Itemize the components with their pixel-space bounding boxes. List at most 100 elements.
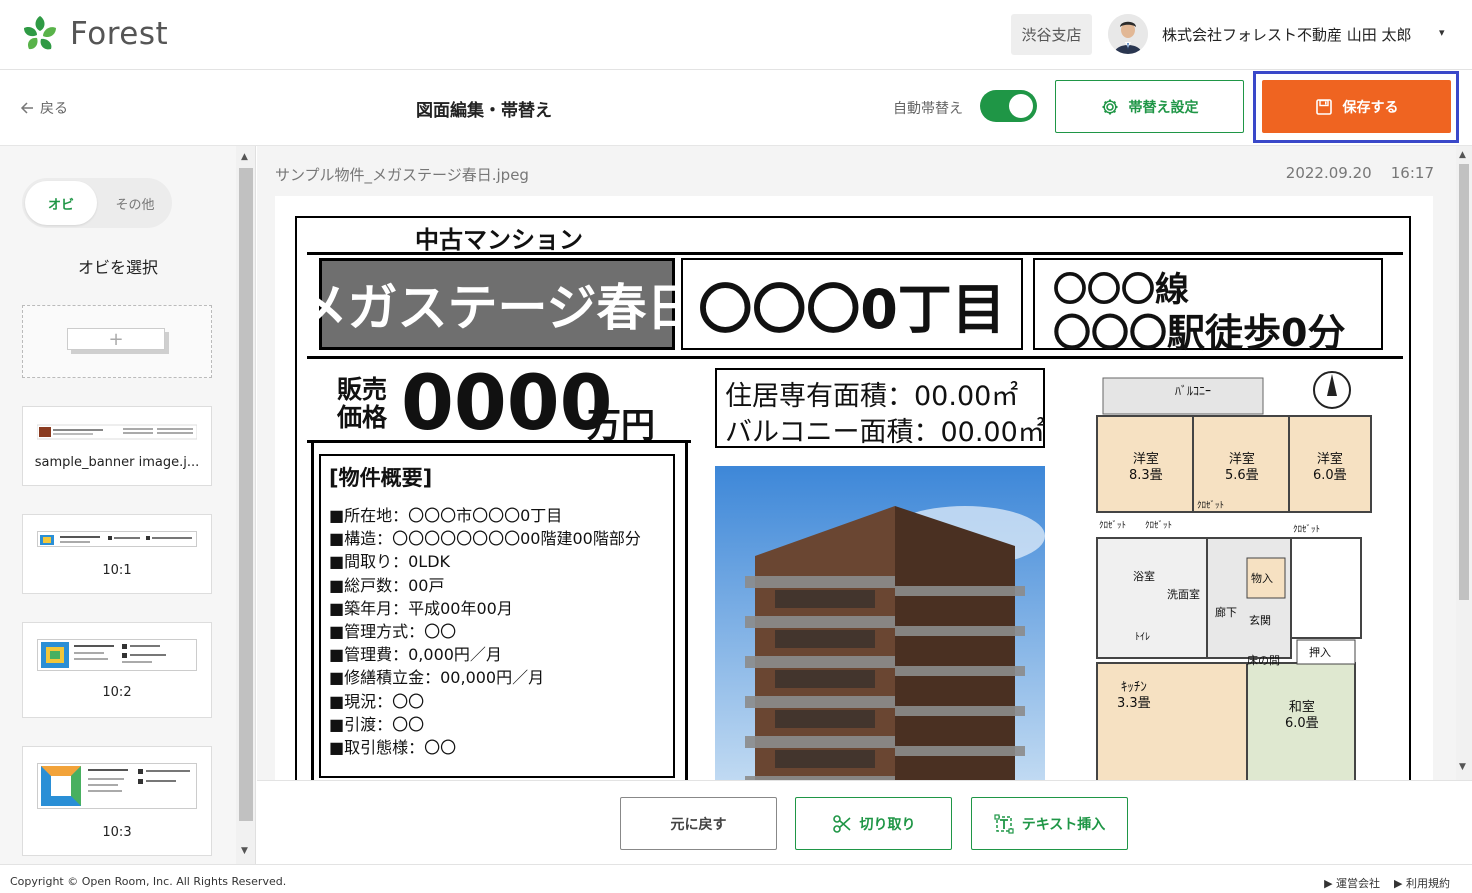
branch-badge[interactable]: 渋谷支店 bbox=[1011, 14, 1092, 55]
band-thumbnail bbox=[37, 639, 197, 671]
editor-toolbar: 戻る 図面編集・帯替え 自動帯替え 帯替え設定 保存する bbox=[0, 70, 1472, 146]
footer-link-company[interactable]: ▶ 運営会社 bbox=[1324, 875, 1380, 891]
sidebar-tab-switch: オビ その他 bbox=[22, 178, 172, 228]
sidebar-title: オビを選択 bbox=[77, 258, 158, 277]
tab-other[interactable]: その他 bbox=[100, 181, 170, 225]
arrow-left-icon bbox=[20, 102, 33, 114]
flyer-overview-item: ■所在地：〇〇〇市〇〇〇0丁目 bbox=[329, 506, 563, 525]
add-band-tile[interactable]: + bbox=[22, 305, 212, 378]
fp-label: 洗面室 bbox=[1167, 588, 1200, 601]
back-label: 戻る bbox=[40, 101, 68, 117]
avatar[interactable] bbox=[1108, 14, 1148, 54]
insert-text-label: テキスト挿入 bbox=[1021, 816, 1106, 833]
flyer-area-balcony: バルコニー面積：00.00㎡ bbox=[725, 417, 1045, 448]
band-item-sample[interactable]: sample_banner image.j... bbox=[22, 406, 212, 486]
footer-link-terms[interactable]: ▶ 利用規約 bbox=[1394, 875, 1450, 891]
undo-button[interactable]: 元に戻す bbox=[620, 797, 777, 850]
copyright: Copyright © Open Room, Inc. All Rights R… bbox=[10, 875, 287, 888]
fp-label: ｸﾛｾﾞｯﾄ bbox=[1197, 501, 1225, 511]
flyer-overview-item: ■取引態様：〇〇 bbox=[329, 738, 457, 757]
flyer-overview-item: ■間取り：0LDK bbox=[329, 552, 451, 572]
tab-obi[interactable]: オビ bbox=[25, 181, 97, 225]
sidebar-scroll-thumb[interactable] bbox=[239, 168, 253, 821]
auto-band-toggle[interactable] bbox=[980, 90, 1037, 122]
text-insert-icon bbox=[994, 813, 1014, 834]
building-photo bbox=[715, 466, 1045, 780]
insert-text-button[interactable]: テキスト挿入 bbox=[971, 797, 1128, 850]
fp-label: 浴室 bbox=[1133, 570, 1155, 583]
sidebar-scrollbar[interactable]: ▲ ▼ bbox=[236, 146, 256, 864]
band-settings-label: 帯替え設定 bbox=[1128, 99, 1199, 116]
user-name[interactable]: 株式会社フォレスト不動産 山田 太郎 bbox=[1162, 24, 1412, 45]
band-item-label: 10:2 bbox=[102, 685, 132, 700]
fp-room-5: ｷｯﾁﾝ 3.3畳 bbox=[1117, 680, 1151, 711]
footer-links: ▶ 運営会社 ▶ 利用規約 bbox=[1324, 875, 1450, 891]
band-sidebar: オビ その他 オビを選択 + sample_banner image.j... bbox=[0, 146, 236, 864]
band-thumbnail bbox=[37, 531, 197, 547]
scroll-down-icon[interactable]: ▼ bbox=[1459, 762, 1466, 772]
logo-text: Forest bbox=[70, 16, 169, 52]
band-item-10-1[interactable]: 10:1 bbox=[22, 514, 212, 594]
flyer-property-name: メガステージ春日 bbox=[297, 279, 697, 337]
page-title: 図面編集・帯替え bbox=[416, 101, 552, 121]
flyer-price: 0000 bbox=[401, 358, 613, 447]
flyer-address: 〇〇〇0丁目 bbox=[698, 277, 1006, 341]
band-item-10-3[interactable]: 10:3 bbox=[22, 746, 212, 856]
file-time: 16:17 bbox=[1390, 164, 1434, 182]
canvas-scroll-thumb[interactable] bbox=[1459, 164, 1469, 600]
flyer-area-box: 住居専有面積：00.00㎡ バルコニー面積：00.00㎡ bbox=[715, 368, 1045, 448]
flyer-overview-item: ■総戸数：00戸 bbox=[329, 575, 445, 595]
drawing-canvas[interactable]: 中古マンション メガステージ春日 〇〇〇0丁目 〇〇〇線 〇〇〇駅徒歩0分 販売… bbox=[275, 196, 1433, 780]
flyer-overview-item: ■現況：〇〇 bbox=[329, 691, 425, 711]
app-header: Forest 渋谷支店 株式会社フォレスト不動産 山田 太郎 ▾ bbox=[0, 0, 1472, 70]
flyer-overview-item: ■引渡：〇〇 bbox=[329, 714, 425, 734]
fp-label: ｸﾛｾﾞｯﾄ bbox=[1099, 521, 1127, 531]
flyer-rule bbox=[307, 252, 1403, 255]
flyer-price-label: 販売 価格 bbox=[337, 376, 387, 432]
flyer-overview-item: ■築年月：平成00年00月 bbox=[329, 598, 513, 618]
fp-label: ﾄｲﾚ bbox=[1135, 632, 1150, 643]
cut-button[interactable]: 切り取り bbox=[795, 797, 952, 850]
save-button[interactable]: 保存する bbox=[1262, 80, 1451, 133]
footer-link-company-label: 運営会社 bbox=[1336, 877, 1381, 890]
file-name: サンプル物件_メガステージ春日.jpeg bbox=[275, 166, 529, 184]
forest-logo[interactable]: Forest bbox=[20, 14, 168, 54]
user-menu-caret-icon[interactable]: ▾ bbox=[1439, 26, 1445, 39]
fp-room-2: 洋室 5.6畳 bbox=[1225, 452, 1259, 483]
flyer-rule bbox=[307, 440, 691, 443]
floor-plan: ﾊﾞﾙｺﾆｰ 洋室 8.3畳 洋室 5.6畳 洋室 6.0畳 和室 6.0畳 ｷｯﾁﾝ 3… bbox=[1087, 368, 1387, 780]
scroll-down-icon[interactable]: ▼ bbox=[241, 846, 248, 856]
flyer-overview-title: [物件概要] bbox=[329, 466, 433, 490]
scroll-up-icon[interactable]: ▲ bbox=[241, 152, 248, 162]
flyer-name-box: メガステージ春日 bbox=[298, 258, 697, 350]
band-item-10-2[interactable]: 10:2 bbox=[22, 622, 212, 718]
flyer-address-box: 〇〇〇0丁目 bbox=[681, 258, 1023, 350]
back-link[interactable]: 戻る bbox=[20, 98, 68, 118]
canvas-scrollbar[interactable]: ▲ ▼ bbox=[1456, 146, 1472, 780]
flyer-overview-box: [物件概要] ■所在地：〇〇〇市〇〇〇0丁目 ■構造：〇〇〇〇〇〇〇〇00階建00… bbox=[319, 454, 675, 778]
fp-label: 廊下 bbox=[1215, 606, 1237, 619]
band-thumbnail bbox=[37, 763, 197, 809]
band-settings-button[interactable]: 帯替え設定 bbox=[1055, 80, 1244, 133]
flyer-overview-item: ■修繕積立金：00,000円／月 bbox=[329, 668, 545, 688]
flyer-rule bbox=[685, 440, 688, 780]
leaf-logo-icon bbox=[24, 16, 56, 50]
flyer-area-private: 住居専有面積：00.00㎡ bbox=[725, 381, 1019, 412]
flyer-overview-item: ■管理費：0,000円／月 bbox=[329, 645, 502, 665]
flyer-station: 〇〇〇駅徒歩0分 bbox=[1053, 311, 1346, 355]
floppy-disk-icon bbox=[1315, 98, 1332, 115]
add-band-plus-icon: + bbox=[67, 328, 165, 350]
undo-label: 元に戻す bbox=[670, 816, 727, 833]
flyer-price-label-1: 販売 bbox=[337, 375, 388, 404]
user-avatar-icon bbox=[1108, 14, 1148, 54]
band-item-label: sample_banner image.j... bbox=[34, 455, 200, 470]
flyer-category: 中古マンション bbox=[415, 226, 583, 254]
footer-link-terms-label: 利用規約 bbox=[1406, 877, 1450, 890]
fp-label: ｸﾛｾﾞｯﾄ bbox=[1145, 521, 1173, 531]
flyer-rule bbox=[311, 440, 314, 780]
scroll-up-icon[interactable]: ▲ bbox=[1459, 150, 1466, 160]
scissors-icon bbox=[832, 814, 851, 833]
file-date: 2022.09.20 bbox=[1285, 164, 1372, 182]
gear-icon bbox=[1102, 99, 1117, 114]
fp-balcony: ﾊﾞﾙｺﾆｰ bbox=[1175, 384, 1212, 398]
